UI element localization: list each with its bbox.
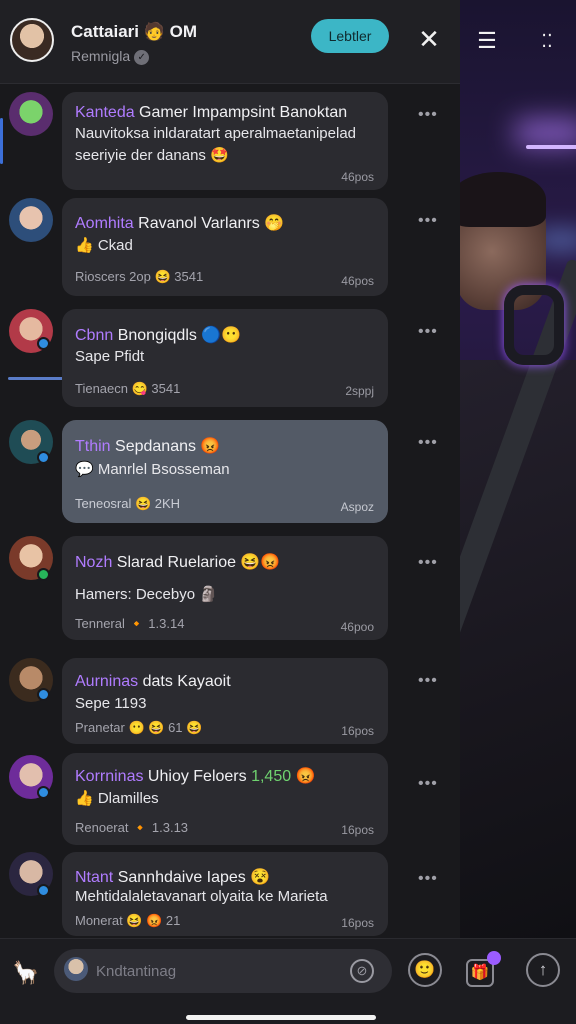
message-header: Korrninas Uhioy Feloers 1,450 😡	[75, 766, 316, 786]
message-title: dats Kayaoit	[138, 673, 231, 690]
own-avatar	[64, 957, 88, 981]
message-input[interactable]	[96, 959, 336, 983]
verified-badge-icon	[37, 451, 50, 464]
chat-input-bar: 🦙 ⊘ 🙂 🎁 ↑	[0, 938, 576, 1024]
message-text: seeriyie der danans 🤩	[75, 147, 229, 164]
filter-icon[interactable]: ☰	[474, 28, 500, 54]
streamer-avatar[interactable]	[10, 18, 54, 62]
message-time: 16pos	[341, 724, 374, 738]
message-header: Aurninas dats Kayaoit	[75, 673, 231, 691]
message-time: 16pos	[341, 823, 374, 837]
message-title: Slarad Ruelarioe 😆😡	[112, 554, 281, 571]
notification-dot	[487, 951, 501, 965]
message-time: 16pos	[341, 916, 374, 930]
message-header: Ntant Sannhdaive Iapes 😵	[75, 867, 270, 887]
message-meta: Renoerat 🔸 1.3.13	[75, 820, 189, 835]
message-bubble-selected[interactable]: Tthin Sepdanans 😡 💬 Manrlel Bsosseman Te…	[62, 420, 388, 523]
username[interactable]: Kanteda	[75, 104, 135, 121]
message-bubble[interactable]: Ntant Sannhdaive Iapes 😵 Mehtidalaletava…	[62, 852, 388, 936]
message-text: Sape Pfidt	[75, 348, 145, 365]
message-title: Sannhdaive Iapes 😵	[113, 869, 271, 886]
message-title: Uhioy Feloers	[143, 768, 252, 785]
message-text: 👍 Ckad	[75, 237, 133, 254]
verified-badge-icon	[37, 884, 50, 897]
verified-badge-icon	[37, 688, 50, 701]
username[interactable]: Nozh	[75, 554, 112, 571]
message-price: 1,450	[251, 768, 292, 785]
message-text: Sepe 1193	[75, 695, 147, 712]
sticker-icon[interactable]: 🙂	[408, 953, 442, 987]
message-bubble[interactable]: Aomhita Ravanol Varlanrs 🤭 👍 Ckad Riosce…	[62, 198, 388, 296]
message-text: 💬 Manrlel Bsosseman	[75, 461, 230, 478]
progress-indicator	[8, 377, 63, 380]
verified-badge-icon	[37, 337, 50, 350]
message-title-emoji: 😡	[291, 768, 316, 785]
message-bubble[interactable]: Kanteda Gamer Impampsint Banoktan Nauvit…	[62, 92, 388, 190]
message-meta: Teneosral 😆 2KH	[75, 496, 181, 511]
more-options-icon[interactable]: •••	[418, 775, 438, 793]
message-bubble[interactable]: Cbnn Bnongiqdls 🔵😶 Sape Pfidt Tienaecn 😋…	[62, 309, 388, 407]
message-text: 👍 Dlamilles	[75, 790, 159, 807]
message-meta: Tenneral 🔸 1.3.14	[75, 616, 185, 631]
message-bubble[interactable]: Aurninas dats Kayaoit Sepe 1193 Pranetar…	[62, 658, 388, 744]
more-options-icon[interactable]: •••	[418, 434, 438, 452]
chat-subtitle: Remnigla ✓	[71, 48, 150, 65]
message-header: Nozh Slarad Ruelarioe 😆😡	[75, 552, 280, 572]
message-header: Aomhita Ravanol Varlanrs 🤭	[75, 213, 284, 233]
user-avatar[interactable]	[9, 198, 53, 242]
message-title: Gamer Impampsint Banoktan	[134, 104, 348, 121]
message-title: Sepdanans 😡	[110, 438, 221, 455]
message-header: Kanteda Gamer Impampsint Banoktan	[75, 104, 347, 122]
username[interactable]: Cbnn	[75, 327, 113, 344]
message-header: Cbnn Bnongiqdls 🔵😶	[75, 325, 241, 345]
username[interactable]: Ntant	[75, 869, 113, 886]
attach-icon[interactable]: ⊘	[350, 959, 374, 983]
message-meta: Tienaecn 😋 3541	[75, 381, 181, 396]
home-indicator[interactable]	[186, 1015, 376, 1020]
verified-icon: ✓	[134, 50, 150, 65]
more-options-icon[interactable]: •••	[418, 672, 438, 690]
username[interactable]: Aomhita	[75, 215, 134, 232]
message-header: Tthin Sepdanans 😡	[75, 436, 220, 456]
message-time: 2sppj	[345, 384, 374, 398]
grid-icon[interactable]: ⁚⁚	[534, 28, 560, 54]
emote-picker-icon[interactable]: 🦙	[10, 957, 42, 989]
message-time: 46pos	[341, 274, 374, 288]
unread-indicator	[0, 118, 3, 164]
more-options-icon[interactable]: •••	[418, 323, 438, 341]
more-options-icon[interactable]: •••	[418, 106, 438, 124]
message-time: 46pos	[341, 170, 374, 184]
chat-panel: Cattaiari 🧑 OM Remnigla ✓ Lebtler ✕ Kante…	[0, 0, 460, 940]
username[interactable]: Korrninas	[75, 768, 143, 785]
game-background-scene	[456, 0, 576, 940]
message-bubble[interactable]: Korrninas Uhioy Feloers 1,450 😡 👍 Dlamil…	[62, 753, 388, 845]
username[interactable]: Tthin	[75, 438, 111, 455]
message-bubble[interactable]: Nozh Slarad Ruelarioe 😆😡 Hamers: Decebyo…	[62, 536, 388, 640]
more-options-icon[interactable]: •••	[418, 554, 438, 572]
message-input-container[interactable]: ⊘	[54, 949, 392, 993]
chat-header: Cattaiari 🧑 OM Remnigla ✓ Lebtler ✕	[0, 0, 460, 84]
user-avatar[interactable]	[9, 92, 53, 136]
more-options-icon[interactable]: •••	[418, 212, 438, 230]
message-text: Nauvitoksa inldaratart aperalmaetanipela…	[75, 125, 357, 142]
header-action-button[interactable]: Lebtler	[311, 19, 389, 53]
message-meta: Monerat 😆 😡 21	[75, 913, 181, 928]
more-options-icon[interactable]: •••	[418, 870, 438, 888]
message-meta: Pranetar 😶 😆 61 😆	[75, 720, 203, 735]
message-time: Aspoz	[340, 500, 374, 514]
message-text: Hamers: Decebyo 🗿	[75, 586, 218, 603]
message-time: 46poo	[340, 620, 374, 634]
chat-title: Cattaiari 🧑 OM	[71, 22, 198, 41]
message-title: Bnongiqdls 🔵😶	[113, 327, 242, 344]
username[interactable]: Aurninas	[75, 673, 138, 690]
message-title: Ravanol Varlanrs 🤭	[133, 215, 285, 232]
subtitle-text: Remnigla	[71, 48, 131, 64]
send-icon[interactable]: ↑	[526, 953, 560, 987]
verified-badge-icon	[37, 568, 50, 581]
message-meta: Rioscers 2op 😆 3541	[75, 269, 204, 284]
message-text: Mehtidalaletavanart olyaita ke Marieta	[75, 888, 328, 905]
verified-badge-icon	[37, 786, 50, 799]
close-icon[interactable]: ✕	[414, 24, 444, 54]
